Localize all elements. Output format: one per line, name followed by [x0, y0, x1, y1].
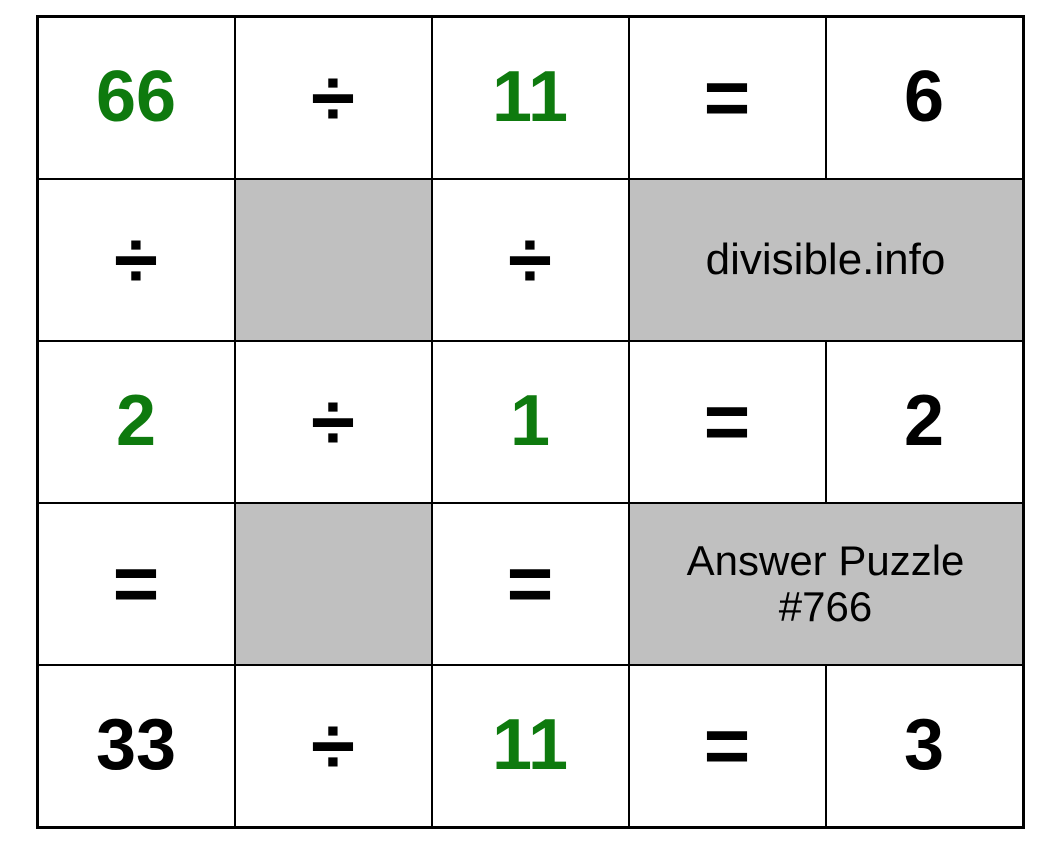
cell-r0c4: 6 — [827, 18, 1022, 178]
cell-r1-info-site: divisible.info — [630, 180, 1022, 340]
cell-r0c3-equals: = — [630, 18, 825, 178]
cell-r1c0-divide: ÷ — [39, 180, 234, 340]
cell-r3c0-equals: = — [39, 504, 234, 664]
cell-r0c2: 11 — [433, 18, 628, 178]
cell-r3c1-blank — [236, 504, 431, 664]
cell-r4c1-divide: ÷ — [236, 666, 431, 826]
cell-r4c3-equals: = — [630, 666, 825, 826]
cell-r4c0: 33 — [39, 666, 234, 826]
cell-r3c2-equals: = — [433, 504, 628, 664]
cell-r2c2: 1 — [433, 342, 628, 502]
cell-r1c2-divide: ÷ — [433, 180, 628, 340]
cell-r4c2: 11 — [433, 666, 628, 826]
cell-r4c4: 3 — [827, 666, 1022, 826]
cell-r2c4: 2 — [827, 342, 1022, 502]
cell-r3-info-puzzle: Answer Puzzle #766 — [630, 504, 1022, 664]
cell-r2c1-divide: ÷ — [236, 342, 431, 502]
cell-r2c0: 2 — [39, 342, 234, 502]
cell-r0c1-divide: ÷ — [236, 18, 431, 178]
cell-r1c1-blank — [236, 180, 431, 340]
puzzle-grid: 66 ÷ 11 = 6 ÷ ÷ divisible.info 2 ÷ 1 = 2… — [36, 15, 1025, 829]
cell-r2c3-equals: = — [630, 342, 825, 502]
cell-r0c0: 66 — [39, 18, 234, 178]
